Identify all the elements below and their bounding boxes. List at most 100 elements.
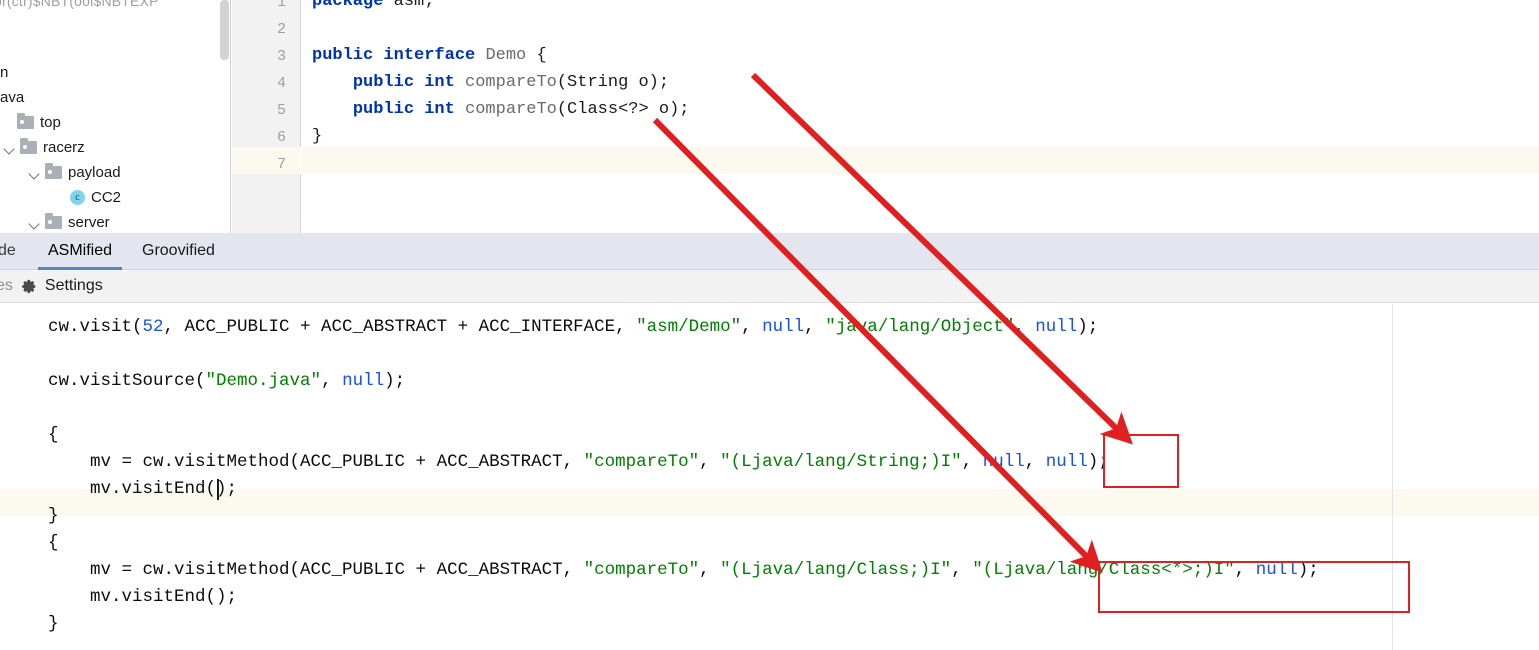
project-tree-scrollbar[interactable]: [220, 0, 229, 60]
tree-item-racerz[interactable]: racerz: [0, 135, 85, 160]
editor-line: }: [312, 123, 322, 150]
asm-token: "(Ljava/lang/Class;)I": [720, 560, 952, 580]
code-token: compareTo: [465, 73, 557, 92]
asm-token: );: [1077, 317, 1099, 337]
editor-code-area[interactable]: package asm; public interface Demo { publ…: [302, 0, 1539, 233]
tab-asmified[interactable]: ASMified: [38, 233, 123, 270]
tree-item-top[interactable]: top: [0, 110, 61, 135]
asm-token: ,: [804, 317, 826, 337]
line-number: 5: [276, 102, 286, 119]
asm-output-line: cw.visit(52, ACC_PUBLIC + ACC_ABSTRACT +…: [48, 314, 1098, 341]
asm-output-line: {: [48, 422, 59, 449]
asm-token: null: [762, 317, 805, 337]
tree-item-n[interactable]: n: [0, 60, 8, 85]
code-token: public int: [352, 100, 466, 119]
line-number: 3: [276, 48, 286, 65]
asm-token: {: [48, 425, 59, 445]
tree-item-cc2[interactable]: c CC2: [0, 185, 121, 210]
folder-icon: [45, 213, 62, 229]
asm-output-line: }: [48, 503, 59, 530]
asm-token: }: [48, 506, 59, 526]
tree-item-label: CC2: [91, 189, 122, 206]
tree-item-label: payload: [68, 164, 121, 181]
code-token: package: [312, 0, 394, 11]
asm-token: ,: [699, 452, 721, 472]
asm-token: ,: [1014, 317, 1036, 337]
code-token: Demo: [485, 46, 537, 65]
asm-token: null: [342, 371, 385, 391]
code-token: (Class<?> o);: [556, 100, 690, 119]
chevron-down-icon[interactable]: [3, 141, 17, 155]
tree-item-label: ava: [0, 89, 25, 106]
folder-icon: [45, 163, 62, 179]
asm-token: "compareTo": [583, 560, 700, 580]
editor-line: public int compareTo(String o);: [312, 69, 669, 96]
asm-token: {: [48, 533, 59, 553]
editor-gutter[interactable]: 1 2 3 4 5 6 7: [232, 0, 301, 233]
asm-token: mv = cw.visitMethod(ACC_PUBLIC + ACC_ABS…: [48, 560, 584, 580]
asm-output-line: }: [48, 611, 59, 638]
asm-token: mv.visitEnd();: [48, 587, 238, 607]
bytecode-viewer-tabbar[interactable]: de ASMified Groovified: [0, 233, 1539, 270]
asm-token: "compareTo": [583, 452, 700, 472]
code-token: public interface: [312, 46, 486, 65]
ide-window: or(ctr)$NBT(ool$NBTEXP n ava top racerz payl…: [0, 0, 1539, 650]
tab-de[interactable]: de: [0, 233, 26, 270]
tree-item-payload[interactable]: payload: [0, 160, 121, 185]
tree-item-ava[interactable]: ava: [0, 85, 24, 110]
asm-token: null: [1045, 452, 1088, 472]
project-tree-title: or(ctr)$NBT(ool$NBTEXP: [0, 0, 159, 9]
asm-output-line: mv = cw.visitMethod(ACC_PUBLIC + ACC_ABS…: [48, 449, 1109, 476]
asm-output-line: {: [48, 530, 59, 557]
code-token: }: [312, 127, 323, 146]
tab-groovified[interactable]: Groovified: [132, 233, 225, 270]
highlight-null-signature: [1103, 434, 1179, 488]
line-number: 6: [276, 129, 286, 146]
asm-token: ,: [1024, 452, 1046, 472]
asm-token: cw.visit(: [48, 317, 143, 337]
asm-token: ,: [321, 371, 343, 391]
asm-token: , ACC_PUBLIC + ACC_ABSTRACT + ACC_INTERF…: [163, 317, 637, 337]
tree-item-label: server: [68, 214, 110, 231]
project-tree-panel[interactable]: or(ctr)$NBT(ool$NBTEXP n ava top racerz payl…: [0, 0, 231, 233]
asm-token: mv.visitEnd();: [48, 479, 238, 499]
folder-icon: [20, 138, 37, 154]
asm-token: null: [1035, 317, 1078, 337]
highlight-generic-signature: [1098, 561, 1410, 613]
asm-token: "asm/Demo": [636, 317, 742, 337]
code-token: {: [536, 46, 547, 65]
asm-token: "Demo.java": [205, 371, 322, 391]
code-token: asm;: [393, 0, 435, 11]
asm-token: ,: [951, 560, 973, 580]
asm-token: "java/lang/Object": [825, 317, 1015, 337]
code-token: public int: [352, 73, 466, 92]
tree-item-server[interactable]: server: [0, 210, 110, 233]
settings-toolbar[interactable]: es Settings: [0, 270, 1539, 303]
line-number: 7: [276, 156, 286, 173]
asm-token: mv = cw.visitMethod(ACC_PUBLIC + ACC_ABS…: [48, 452, 584, 472]
line-number: 4: [276, 75, 286, 92]
asm-output-line: cw.visitSource("Demo.java", null);: [48, 368, 405, 395]
editor-current-line-highlight: [302, 147, 1539, 174]
chevron-down-icon[interactable]: [28, 216, 42, 230]
asm-token: cw.visitSource(: [48, 371, 206, 391]
top-area: or(ctr)$NBT(ool$NBTEXP n ava top racerz payl…: [0, 0, 1539, 233]
folder-icon: [17, 113, 34, 129]
line-number: 1: [276, 0, 286, 11]
tree-item-label: top: [40, 114, 61, 131]
asm-token: ,: [699, 560, 721, 580]
chevron-down-icon[interactable]: [28, 166, 42, 180]
asm-token: );: [384, 371, 406, 391]
asm-token: "(Ljava/lang/String;)I": [720, 452, 962, 472]
settings-button-label[interactable]: Settings: [45, 277, 103, 295]
editor-line: public interface Demo {: [312, 42, 547, 69]
toolbar-truncated-label: es: [0, 277, 13, 294]
gear-icon: [21, 278, 38, 295]
asm-token: 52: [142, 317, 164, 337]
tree-item-label: racerz: [43, 139, 85, 156]
java-editor[interactable]: 1 2 3 4 5 6 7 package asm; public interface Dem…: [232, 0, 1539, 233]
line-number: 2: [276, 21, 286, 38]
asm-output-line: mv.visitEnd();: [48, 476, 237, 503]
java-class-icon: c: [70, 190, 85, 205]
